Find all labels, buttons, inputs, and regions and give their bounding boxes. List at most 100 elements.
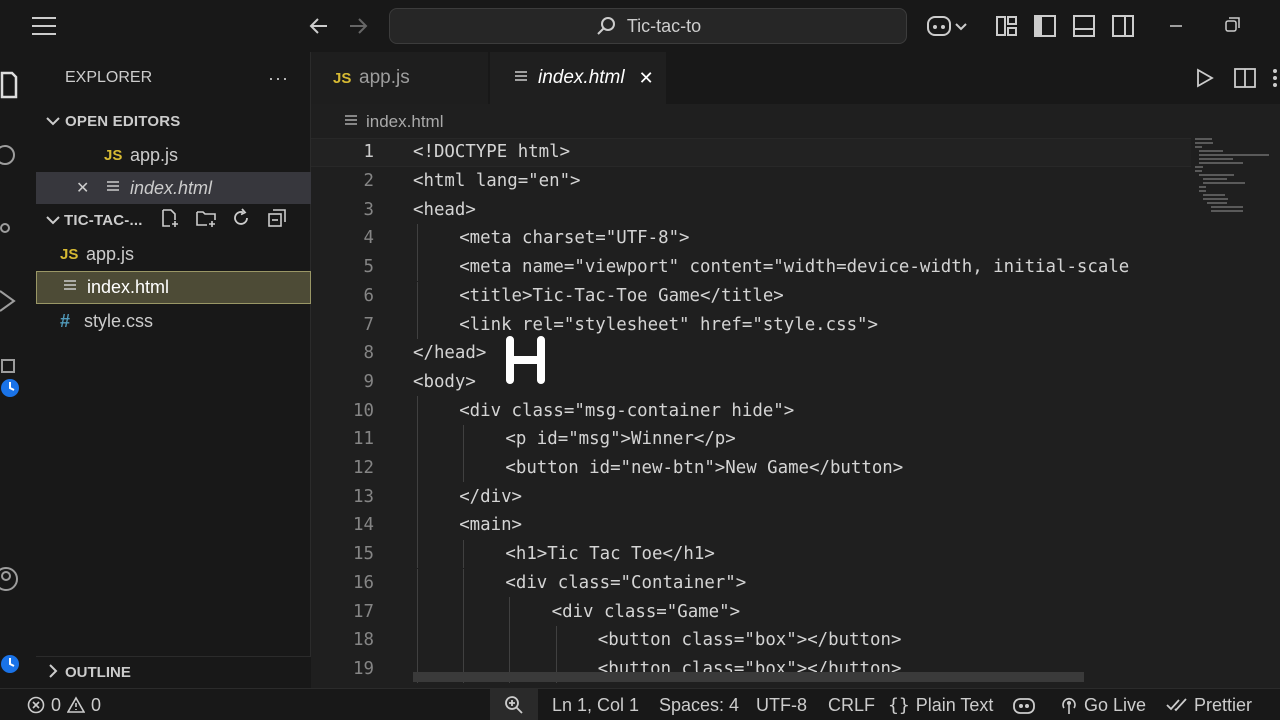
new-file-icon[interactable] — [160, 208, 180, 232]
indent-guide — [417, 482, 418, 512]
minimap-line — [1199, 154, 1270, 156]
line-number: 10 — [353, 400, 374, 421]
code-line[interactable]: 14 <main> — [311, 511, 1191, 540]
search-icon[interactable] — [0, 142, 28, 170]
command-center-search[interactable]: Tic-tac-to — [389, 8, 907, 44]
braces-icon: {} — [888, 694, 910, 716]
code-line[interactable]: 16 <div class="Container"> — [311, 569, 1191, 598]
end-of-line[interactable]: CRLF — [828, 689, 875, 720]
error-count: 0 — [51, 694, 62, 715]
code-line[interactable]: 18 <button class="box"></button> — [311, 626, 1191, 655]
explorer-title: EXPLORER — [65, 69, 153, 86]
code-text: <h1>Tic Tac Toe</h1> — [505, 544, 715, 565]
open-editor-label: app.js — [130, 144, 179, 165]
indentation[interactable]: Spaces: 4 — [659, 689, 739, 720]
explorer-icon[interactable] — [0, 70, 28, 99]
chevron-right-icon — [42, 664, 64, 681]
code-line[interactable]: 15 <h1>Tic Tac Toe</h1> — [311, 540, 1191, 569]
line-number: 12 — [353, 458, 374, 479]
code-line[interactable]: 2 <html lang="en"> — [311, 167, 1191, 196]
code-editor[interactable]: 1 <!DOCTYPE html> 2 <html lang="en"> 3 <head>… — [311, 136, 1191, 688]
error-icon — [27, 696, 45, 714]
code-line[interactable]: 10 <div class="msg-container hide"> — [311, 396, 1191, 425]
broadcast-icon — [1062, 697, 1076, 714]
indent-guide — [509, 625, 511, 655]
code-text: <title>Tic-Tac-Toe Game</title> — [459, 285, 784, 306]
code-line[interactable]: 11 <p id="msg">Winner</p> — [311, 425, 1191, 454]
problems-indicator[interactable]: 0 0 — [27, 689, 101, 720]
code-text: </head> — [413, 343, 487, 364]
explorer-sidebar: EXPLORER ··· OPEN EDITORS JS app.js ✕ in… — [36, 52, 311, 688]
more-actions-icon[interactable] — [1272, 68, 1278, 93]
tab-app-js[interactable]: JS app.js — [311, 52, 488, 104]
encoding[interactable]: UTF-8 — [756, 689, 807, 720]
manage-icon[interactable] — [0, 650, 28, 678]
go-live-button[interactable]: Go Live — [1060, 689, 1146, 720]
line-number: 13 — [353, 486, 374, 507]
indent-guide — [417, 568, 418, 598]
breadcrumb[interactable]: index.html — [344, 108, 443, 136]
tab-index-html[interactable]: index.html ✕ — [490, 52, 666, 104]
minimap[interactable] — [1191, 136, 1280, 688]
split-editor-icon[interactable] — [1234, 68, 1256, 93]
code-line[interactable]: 8 </head> — [311, 339, 1191, 368]
js-file-icon: JS — [104, 146, 123, 164]
file-label: style.css — [84, 310, 154, 331]
file-item-style-css[interactable]: # style.css — [36, 305, 311, 337]
file-item-app-js[interactable]: JS app.js — [36, 238, 311, 270]
minimap-line — [1207, 202, 1227, 204]
code-line[interactable]: 17 <div class="Game"> — [311, 597, 1191, 626]
language-mode[interactable]: {} Plain Text — [888, 689, 993, 720]
line-number: 5 — [363, 257, 374, 278]
indent-guide — [463, 568, 465, 598]
html-file-icon — [514, 69, 538, 88]
minimap-line — [1203, 194, 1225, 196]
indent-guide — [417, 453, 418, 483]
tab-label: app.js — [359, 67, 410, 88]
minimap-line — [1199, 158, 1234, 160]
code-line[interactable]: 3 <head> — [311, 195, 1191, 224]
new-folder-icon[interactable] — [195, 208, 217, 232]
collapse-all-icon[interactable] — [267, 208, 287, 232]
code-line[interactable]: 7 <link rel="stylesheet" href="style.css"… — [311, 310, 1191, 339]
code-line[interactable]: 13 </div> — [311, 482, 1191, 511]
indent-guide — [417, 281, 418, 311]
minimap-line — [1195, 170, 1202, 172]
accounts-icon[interactable] — [0, 564, 28, 592]
code-line[interactable]: 4 <meta charset="UTF-8"> — [311, 224, 1191, 253]
code-line[interactable]: 9 <body> — [311, 368, 1191, 397]
open-editors-header[interactable]: OPEN EDITORS — [36, 105, 311, 137]
double-check-icon — [1166, 698, 1187, 712]
status-bar: 0 0 Ln 1, Col 1 Spaces: 4 UTF-8 CRLF {} … — [0, 688, 1280, 720]
code-line[interactable]: 6 <title>Tic-Tac-Toe Game</title> — [311, 282, 1191, 311]
file-item-index-html[interactable]: index.html — [36, 271, 311, 304]
close-icon[interactable]: ✕ — [76, 178, 106, 198]
code-line[interactable]: 12 <button id="new-btn">New Game</button> — [311, 454, 1191, 483]
more-actions-icon[interactable]: ··· — [268, 68, 289, 89]
code-line[interactable]: 1 <!DOCTYPE html> — [311, 138, 1191, 167]
prettier-status[interactable]: Prettier — [1166, 689, 1252, 720]
minimap-line — [1195, 138, 1212, 140]
open-editor-item-app-js[interactable]: JS app.js — [36, 139, 311, 171]
code-line[interactable]: 5 <meta name="viewport" content="width=de… — [311, 253, 1191, 282]
run-icon[interactable] — [1196, 68, 1214, 93]
horizontal-scrollbar[interactable] — [413, 672, 1084, 682]
prettier-label: Prettier — [1194, 694, 1253, 715]
run-debug-icon[interactable] — [0, 288, 28, 316]
folder-header-tic-tac[interactable]: TIC-TAC-... — [36, 204, 311, 236]
open-editor-item-index-html[interactable]: ✕ index.html — [36, 172, 311, 204]
zoom-icon[interactable] — [490, 689, 538, 720]
indent-guide — [463, 425, 465, 454]
timeline-icon[interactable] — [0, 376, 28, 404]
copilot-status-icon[interactable] — [1013, 689, 1035, 720]
outline-header[interactable]: OUTLINE — [36, 656, 311, 688]
indent-guide — [463, 597, 465, 626]
breadcrumb-file[interactable]: index.html — [366, 112, 443, 132]
indent-guide — [417, 252, 418, 282]
outline-label: OUTLINE — [65, 664, 131, 681]
cursor-position[interactable]: Ln 1, Col 1 — [552, 689, 639, 720]
minimap-line — [1199, 190, 1206, 192]
source-control-icon[interactable] — [0, 216, 28, 244]
close-icon[interactable]: ✕ — [639, 68, 654, 89]
refresh-icon[interactable] — [231, 208, 251, 232]
